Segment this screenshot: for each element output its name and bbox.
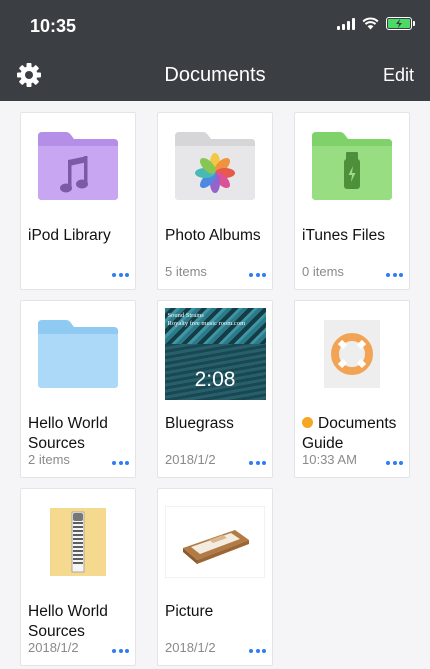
item-name: Hello World Sources — [28, 415, 108, 452]
item-ipod-library[interactable]: iPod Library — [20, 112, 136, 290]
more-options-icon[interactable] — [112, 461, 129, 465]
item-name: iPod Library — [28, 227, 111, 244]
item-picture[interactable]: Picture 2018/1/2 — [157, 488, 273, 666]
video-thumbnail: Sound Strains Royalty free music room.co… — [158, 301, 272, 407]
item-name: iTunes Files — [302, 227, 385, 244]
picture-icon — [158, 489, 272, 595]
status-time: 10:35 — [30, 16, 77, 36]
zip-archive-icon — [21, 489, 135, 595]
lifebuoy-icon — [295, 301, 409, 407]
more-options-icon[interactable] — [112, 273, 129, 277]
status-icons — [337, 17, 415, 30]
video-duration: 2:08 — [194, 368, 236, 391]
item-documents-guide[interactable]: Documents Guide 10:33 AM — [294, 300, 410, 478]
page-title: Documents — [164, 64, 266, 86]
item-meta: 5 items — [165, 264, 207, 279]
item-meta: 2018/1/2 — [165, 452, 216, 467]
edit-button[interactable]: Edit — [383, 65, 414, 86]
item-hello-world-sources-zip[interactable]: Hello World Sources 2018/1/2 — [20, 488, 136, 666]
item-name: Picture — [165, 603, 214, 620]
item-hello-world-sources-folder[interactable]: Hello World Sources 2 items — [20, 300, 136, 478]
music-folder-icon — [21, 113, 135, 219]
item-meta: 2018/1/2 — [28, 640, 79, 655]
new-badge-dot — [302, 417, 313, 428]
wifi-icon — [362, 17, 379, 30]
usb-folder-icon — [295, 113, 409, 219]
item-name: Bluegrass — [165, 415, 234, 432]
more-options-icon[interactable] — [249, 273, 266, 277]
item-name: Hello World Sources — [28, 603, 108, 640]
item-name: Photo Albums — [165, 227, 261, 244]
item-itunes-files[interactable]: iTunes Files 0 items — [294, 112, 410, 290]
item-name: Documents Guide — [302, 414, 406, 454]
item-meta: 2 items — [28, 452, 70, 467]
battery-icon — [386, 17, 415, 30]
item-meta: 2018/1/2 — [165, 640, 216, 655]
signal-icon — [337, 17, 355, 30]
item-photo-albums[interactable]: Photo Albums 5 items — [157, 112, 273, 290]
video-caption-line1: Sound Strains — [167, 312, 204, 319]
item-name-text: Documents Guide — [302, 415, 397, 452]
video-caption-line2: Royalty free music room.com — [167, 320, 246, 327]
item-meta: 10:33 AM — [302, 452, 357, 467]
folder-icon — [21, 301, 135, 407]
item-meta: 0 items — [302, 264, 344, 279]
more-options-icon[interactable] — [386, 273, 403, 277]
item-bluegrass-video[interactable]: Sound Strains Royalty free music room.co… — [157, 300, 273, 478]
more-options-icon[interactable] — [249, 461, 266, 465]
more-options-icon[interactable] — [386, 461, 403, 465]
top-bar: 10:35 Documents Edit — [0, 0, 430, 101]
more-options-icon[interactable] — [112, 649, 129, 653]
photos-folder-icon — [158, 113, 272, 219]
more-options-icon[interactable] — [249, 649, 266, 653]
